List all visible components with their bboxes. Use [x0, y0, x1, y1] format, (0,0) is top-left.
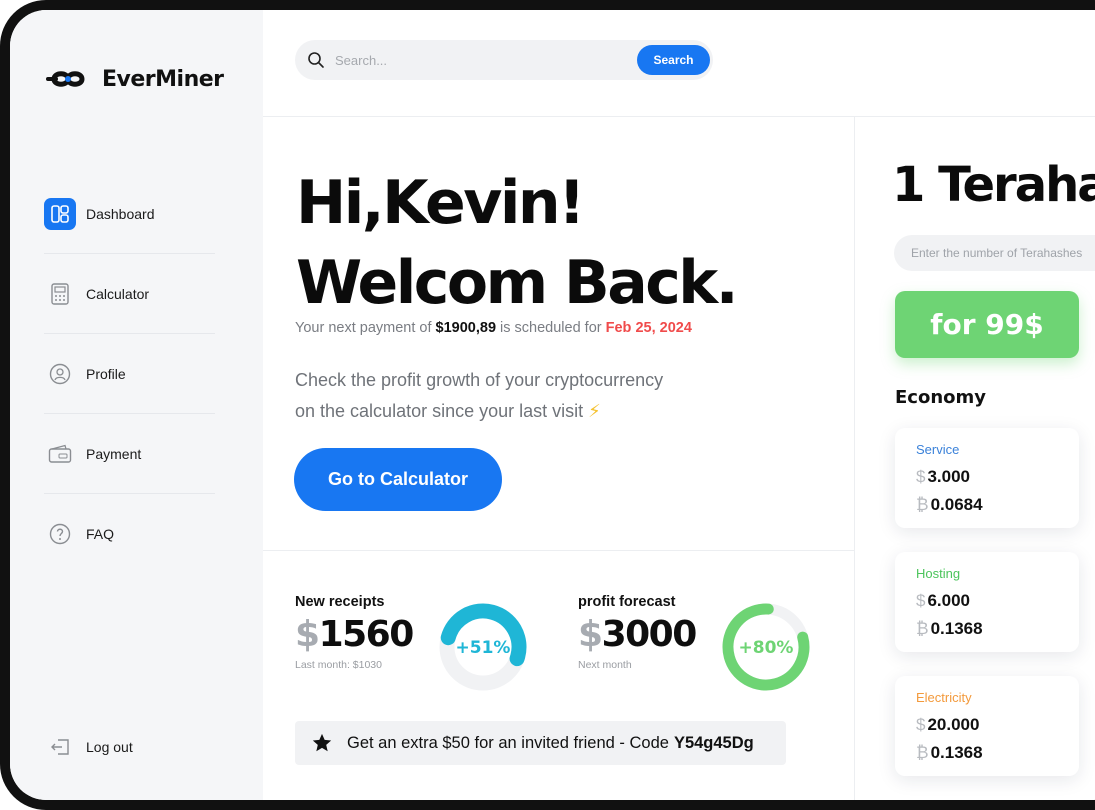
payment-middle: is scheduled for	[496, 320, 606, 336]
sidebar-nav: Dashboard Calculator Profile Payment FAQ	[44, 174, 215, 574]
card-title: Hosting	[916, 566, 961, 581]
invite-text: Get an extra $50 for an invited friend -…	[347, 733, 669, 752]
greeting-line-1: Hi,Kevin!	[296, 168, 585, 238]
logout-label: Log out	[86, 739, 133, 755]
new-receipts-stat: New receipts $1560 Last month: $1030	[295, 594, 414, 671]
search-button[interactable]: Search	[637, 45, 710, 75]
sidebar-item-label: FAQ	[86, 526, 115, 542]
calculator-prompt: Check the profit growth of your cryptocu…	[295, 365, 715, 427]
receipts-percent: +51%	[456, 638, 511, 658]
sidebar-item-profile[interactable]: Profile	[44, 334, 215, 414]
btc-cost: ₿ 0.0684	[916, 495, 983, 514]
search-input[interactable]	[335, 52, 625, 68]
sidebar: EverMiner Dashboard Calculator Profile P…	[10, 10, 263, 800]
payment-amount: $1900,89	[435, 320, 497, 336]
wallet-icon	[44, 438, 76, 470]
invite-banner: Get an extra $50 for an invited friend -…	[295, 721, 786, 765]
electricity-cost-card: Electricity $20.000 ₿ 0.1368	[895, 676, 1079, 776]
logout-icon	[51, 739, 69, 755]
card-title: Service	[916, 442, 960, 457]
sidebar-item-label: Dashboard	[86, 205, 155, 222]
sidebar-item-dashboard[interactable]: Dashboard	[44, 174, 215, 254]
calculator-icon	[44, 278, 76, 310]
sidebar-item-calculator[interactable]: Calculator	[44, 254, 215, 334]
sidebar-item-label: Payment	[86, 445, 142, 462]
dashboard-icon	[44, 197, 76, 230]
app-screen: EverMiner Dashboard Calculator Profile P…	[10, 10, 1095, 800]
sidebar-item-label: Calculator	[86, 285, 150, 302]
terahash-title: 1 Terahash	[892, 157, 1095, 213]
lightning-icon: ⚡	[588, 401, 601, 421]
greeting-line-2: Welcom Back.	[296, 248, 738, 318]
stat-title: New receipts	[295, 594, 385, 610]
brand-name: EverMiner	[102, 66, 224, 92]
payment-date: Feb 25, 2024	[605, 320, 692, 336]
sidebar-item-faq[interactable]: FAQ	[44, 494, 215, 574]
dollar-icon: $	[916, 591, 926, 610]
profit-donut-chart: +80%	[722, 603, 810, 691]
invite-code[interactable]: Y54g45Dg	[674, 734, 754, 753]
price-button[interactable]: for 99$	[895, 291, 1079, 358]
bitcoin-icon: ₿	[916, 743, 929, 762]
go-to-calculator-button[interactable]: Go to Calculator	[294, 448, 502, 511]
card-title: Electricity	[916, 690, 972, 705]
stat-note: Next month	[578, 659, 632, 671]
bitcoin-icon: ₿	[916, 619, 929, 638]
stat-title: profit forecast	[578, 594, 676, 610]
stat-value: $3000	[578, 614, 697, 655]
bitcoin-icon: ₿	[916, 495, 929, 514]
sidebar-item-label: Profile	[86, 365, 126, 382]
btc-cost: ₿ 0.1368	[916, 743, 983, 762]
next-payment-text: Your next payment of $1900,89 is schedul…	[295, 320, 692, 336]
stat-note: Last month: $1030	[295, 659, 382, 671]
dollar-icon: $	[916, 715, 926, 734]
profit-forecast-stat: profit forecast $3000 Next month	[578, 594, 697, 671]
device-frame: EverMiner Dashboard Calculator Profile P…	[0, 0, 1095, 810]
profile-icon	[44, 358, 76, 390]
btc-cost: ₿ 0.1368	[916, 619, 983, 638]
top-bar: Search	[263, 10, 1095, 117]
main-content: Hi,Kevin! Welcom Back. Your next payment…	[263, 117, 855, 800]
greeting-heading: Hi,Kevin! Welcom Back.	[296, 163, 738, 323]
infinity-logo-icon	[46, 71, 85, 87]
terahash-count-input[interactable]	[894, 235, 1095, 271]
profit-percent: +80%	[739, 638, 794, 658]
search-icon	[308, 52, 324, 68]
hosting-cost-card: Hosting $6.000 ₿ 0.1368	[895, 552, 1079, 652]
economy-heading: Economy	[895, 387, 987, 408]
question-icon	[44, 518, 76, 550]
subtitle-line-1: Check the profit growth of your cryptocu…	[295, 370, 664, 390]
stat-value: $1560	[295, 614, 414, 655]
usd-cost: $3.000	[916, 467, 971, 486]
terahash-panel: 1 Terahash for 99$ Economy Service $3.00…	[855, 117, 1095, 800]
usd-cost: $20.000	[916, 715, 980, 734]
search-bar: Search	[295, 40, 713, 80]
payment-prefix: Your next payment of	[295, 320, 436, 336]
sidebar-item-payment[interactable]: Payment	[44, 414, 215, 494]
subtitle-line-2: on the calculator since your last visit	[295, 401, 584, 421]
dollar-icon: $	[916, 467, 926, 486]
usd-cost: $6.000	[916, 591, 971, 610]
section-divider	[263, 550, 855, 551]
receipts-donut-chart: +51%	[439, 603, 527, 691]
logout-button[interactable]: Log out	[50, 738, 133, 756]
service-cost-card: Service $3.000 ₿ 0.0684	[895, 428, 1079, 528]
logo[interactable]: EverMiner	[44, 66, 224, 92]
star-icon	[312, 733, 332, 752]
